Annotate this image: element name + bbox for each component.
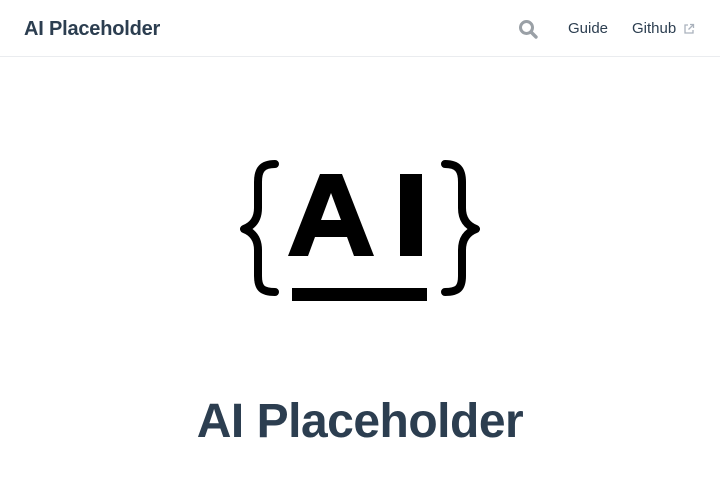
ai-braces-logo	[240, 160, 480, 301]
nav-link-guide[interactable]: Guide	[568, 20, 608, 38]
search-icon	[519, 20, 538, 39]
right-brace-icon	[441, 160, 480, 296]
nav-link-github[interactable]: Github	[632, 20, 676, 38]
search-button[interactable]	[516, 17, 540, 41]
logo-underline	[292, 288, 427, 301]
external-link-icon	[684, 23, 695, 34]
navbar: AI Placeholder Guide Github	[0, 0, 720, 57]
logo-letter-a	[288, 174, 374, 256]
site-title-link[interactable]: AI Placeholder	[24, 16, 160, 42]
hero-title: AI Placeholder	[196, 395, 524, 448]
left-brace-icon	[240, 160, 279, 296]
logo-letter-i	[400, 174, 422, 256]
